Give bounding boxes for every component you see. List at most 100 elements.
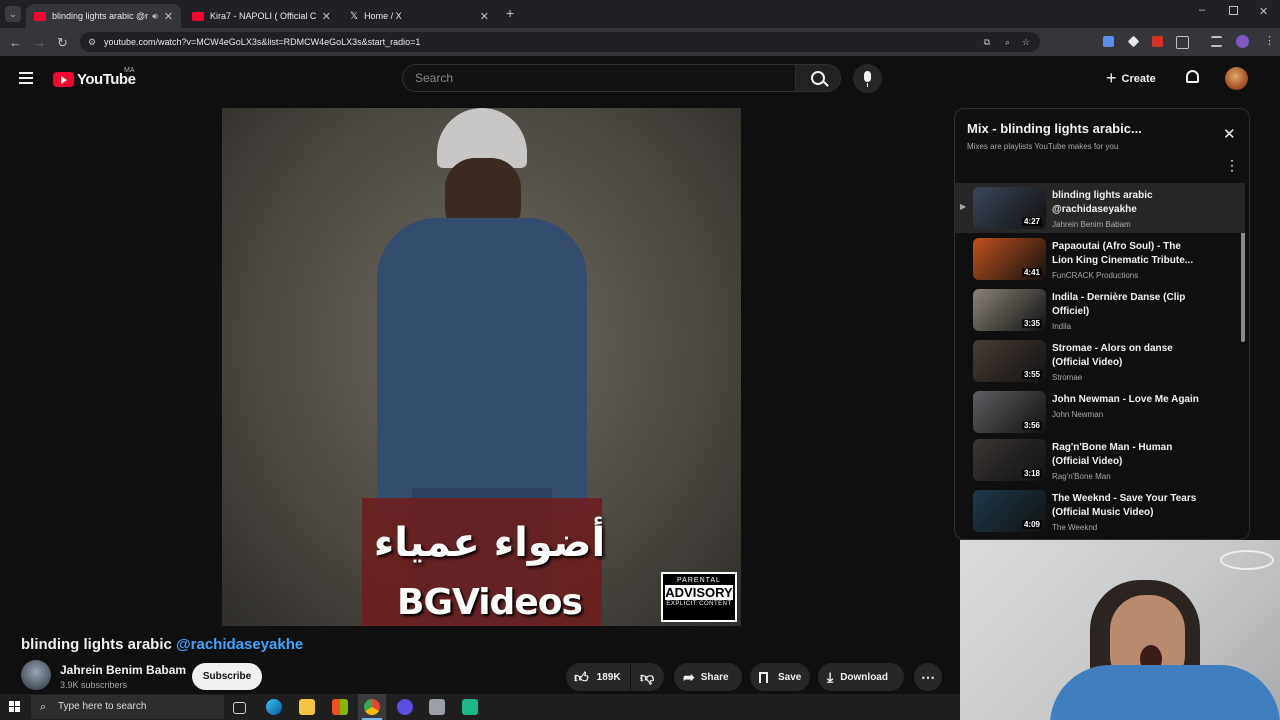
share-label: Share bbox=[700, 671, 729, 683]
playlist-item-title[interactable]: The Weeknd - Save Your Tears (Official M… bbox=[1052, 492, 1202, 520]
guide-menu-icon[interactable] bbox=[19, 72, 33, 84]
playlist-item-channel: Indila bbox=[1052, 322, 1072, 331]
reload-icon[interactable]: ↻ bbox=[57, 35, 68, 51]
playlist-item[interactable]: 3:18 Rag'n'Bone Man - Human (Official Vid… bbox=[955, 439, 1245, 489]
extension-red-icon[interactable] bbox=[1152, 36, 1163, 47]
create-label: Create bbox=[1121, 73, 1156, 85]
playlist-item[interactable]: 4:41 Papaoutai (Afro Soul) - The Lion Kin… bbox=[955, 238, 1245, 288]
notifications-bell-icon[interactable] bbox=[1186, 70, 1199, 83]
plus-icon: + bbox=[1106, 68, 1117, 88]
close-tab-icon[interactable]: ✕ bbox=[322, 10, 331, 23]
advisory-line-1: PARENTAL bbox=[677, 577, 721, 584]
share-arrow-icon: ➦ bbox=[683, 668, 695, 685]
bookmark-star-icon[interactable]: ☆ bbox=[1022, 32, 1030, 52]
address-bar[interactable]: ⚙︎ youtube.com/watch?v=MCW4eGoLX3s&list=… bbox=[80, 32, 1040, 52]
new-tab-icon[interactable]: + bbox=[506, 5, 514, 21]
restore-icon[interactable] bbox=[1229, 6, 1238, 15]
advisory-line-3: EXPLICIT CONTENT bbox=[666, 601, 732, 607]
windows-start-icon[interactable] bbox=[9, 701, 21, 713]
close-tab-icon[interactable]: ✕ bbox=[164, 10, 173, 23]
advisory-line-2: ADVISORY bbox=[665, 585, 733, 600]
playlist-item[interactable]: ▶ 4:27 blinding lights arabic @rachidaseya… bbox=[955, 183, 1245, 233]
download-button[interactable]: ⤓ Download bbox=[818, 663, 904, 691]
task-view-icon[interactable] bbox=[233, 702, 246, 714]
playlist-item-duration: 4:09 bbox=[1021, 520, 1042, 529]
playlist-item-channel: John Newman bbox=[1052, 410, 1104, 419]
like-button[interactable]: 👍︎ 189K bbox=[566, 663, 630, 691]
playlist-item-title[interactable]: Indila - Dernière Danse (Clip Officiel) bbox=[1052, 291, 1202, 319]
video-title-mention[interactable]: @rachidaseyakhe bbox=[176, 636, 303, 653]
playlist-title[interactable]: Mix - blinding lights arabic... bbox=[967, 121, 1142, 136]
arabic-caption: أضواء عمياء bbox=[373, 520, 606, 566]
app-window-icon[interactable] bbox=[429, 699, 445, 715]
playlist-item-thumbnail[interactable]: 4:09 bbox=[973, 490, 1046, 532]
translate-extension-icon[interactable] bbox=[1103, 36, 1114, 47]
playlist-item-title[interactable]: blinding lights arabic @rachidaseyakhe bbox=[1052, 189, 1202, 217]
dislike-button[interactable]: 👎︎ bbox=[631, 663, 664, 691]
site-info-icon[interactable]: ⚙︎ bbox=[88, 32, 96, 52]
playlist-item-title[interactable]: John Newman - Love Me Again bbox=[1052, 393, 1202, 407]
user-avatar[interactable] bbox=[1225, 67, 1248, 90]
playlist-item-duration: 3:18 bbox=[1021, 469, 1042, 478]
extensions-puzzle-icon[interactable] bbox=[1176, 36, 1189, 49]
search-button[interactable] bbox=[795, 64, 841, 92]
playlist-item[interactable]: 3:35 Indila - Dernière Danse (Clip Offici… bbox=[955, 289, 1245, 339]
playlist-item-title[interactable]: Stromae - Alors on danse (Official Video… bbox=[1052, 342, 1202, 370]
obs-studio-icon[interactable] bbox=[397, 699, 413, 715]
zoom-icon[interactable]: ⌕ bbox=[1005, 32, 1010, 52]
minimize-icon[interactable]: – bbox=[1199, 4, 1205, 16]
subscribe-button[interactable]: Subscribe bbox=[192, 663, 262, 690]
tab-youtube-blinding-lights[interactable]: blinding lights arabic @rachi 🔊︎ ✕ bbox=[26, 4, 181, 28]
back-icon[interactable]: ← bbox=[9, 35, 22, 50]
playlist-item-duration: 3:35 bbox=[1021, 319, 1042, 328]
channel-name[interactable]: Jahrein Benim Babam bbox=[60, 663, 186, 677]
playlist-item-thumbnail[interactable]: 3:18 bbox=[973, 439, 1046, 481]
video-title: blinding lights arabic @rachidaseyakhe bbox=[21, 636, 303, 653]
playlist-item-title[interactable]: Rag'n'Bone Man - Human (Official Video) bbox=[1052, 441, 1202, 469]
playlist-item[interactable]: 3:56 John Newman - Love Me Again John Newm… bbox=[955, 391, 1245, 441]
browser-tab-bar: ⌄ blinding lights arabic @rachi 🔊︎ ✕ Kir… bbox=[0, 0, 1280, 28]
close-window-icon[interactable]: ✕ bbox=[1259, 5, 1268, 18]
browser-menu-icon[interactable]: ⋮ bbox=[1264, 34, 1275, 47]
create-button[interactable]: + Create bbox=[1106, 64, 1170, 92]
playlist-item[interactable]: 4:09 The Weeknd - Save Your Tears (Offici… bbox=[955, 490, 1245, 539]
terminal-app-icon[interactable] bbox=[462, 699, 478, 715]
taskbar-search-icon: ⌕ bbox=[40, 701, 47, 713]
playlist-item[interactable]: 3:55 Stromae - Alors on danse (Official V… bbox=[955, 340, 1245, 390]
speaker-icon: 🔊︎ bbox=[152, 10, 158, 21]
playlist-item-title[interactable]: Papaoutai (Afro Soul) - The Lion King Ci… bbox=[1052, 240, 1202, 268]
playlist-item-thumbnail[interactable]: 3:35 bbox=[973, 289, 1046, 331]
playlist-item-thumbnail[interactable]: 4:27 bbox=[973, 187, 1046, 229]
share-button[interactable]: ➦ Share bbox=[674, 663, 742, 691]
channel-avatar[interactable] bbox=[21, 660, 51, 690]
playlist-item-thumbnail[interactable]: 3:56 bbox=[973, 391, 1046, 433]
taskbar-search-input[interactable]: ⌕ Type here to search bbox=[31, 695, 224, 719]
close-tab-icon[interactable]: ✕ bbox=[480, 10, 489, 23]
profile-avatar-icon[interactable] bbox=[1236, 35, 1249, 48]
chrome-icon[interactable] bbox=[364, 699, 380, 715]
download-icon: ⤓ bbox=[827, 668, 834, 685]
playlist-item-channel: The Weeknd bbox=[1052, 523, 1098, 532]
reading-list-icon[interactable] bbox=[1211, 36, 1222, 47]
playlist-item-duration: 4:27 bbox=[1021, 217, 1042, 226]
edge-browser-icon[interactable] bbox=[266, 699, 282, 715]
video-player[interactable]: أضواء عمياء BGVideos PARENTAL ADVISORY E… bbox=[222, 108, 741, 626]
search-input[interactable]: Search bbox=[402, 64, 796, 92]
playlist-item-thumbnail[interactable]: 4:41 bbox=[973, 238, 1046, 280]
close-playlist-icon[interactable]: ✕ bbox=[1223, 125, 1236, 143]
thumbs-down-icon: 👎︎ bbox=[640, 668, 655, 685]
install-app-icon[interactable]: ⧉ bbox=[984, 32, 990, 52]
forward-icon[interactable]: → bbox=[33, 35, 46, 50]
tab-kira7-napoli[interactable]: Kira7 - NAPOLI ( Official Clip ) ✕ bbox=[184, 4, 339, 28]
thumbs-up-icon: 👍︎ bbox=[574, 668, 589, 685]
tab-list-button[interactable]: ⌄ bbox=[5, 6, 21, 22]
microsoft-store-icon[interactable] bbox=[332, 699, 348, 715]
voice-search-button[interactable] bbox=[853, 64, 882, 93]
more-actions-button[interactable]: ⋯ bbox=[914, 663, 942, 691]
tab-home-x[interactable]: 𝕏 Home / X ✕ bbox=[342, 4, 497, 28]
file-explorer-icon[interactable] bbox=[299, 699, 315, 715]
playlist-item-thumbnail[interactable]: 3:55 bbox=[973, 340, 1046, 382]
playlist-menu-icon[interactable]: ⋮ bbox=[1225, 157, 1239, 174]
save-button[interactable]: Save bbox=[750, 663, 810, 691]
url-text: youtube.com/watch?v=MCW4eGoLX3s&list=RDM… bbox=[104, 37, 421, 47]
